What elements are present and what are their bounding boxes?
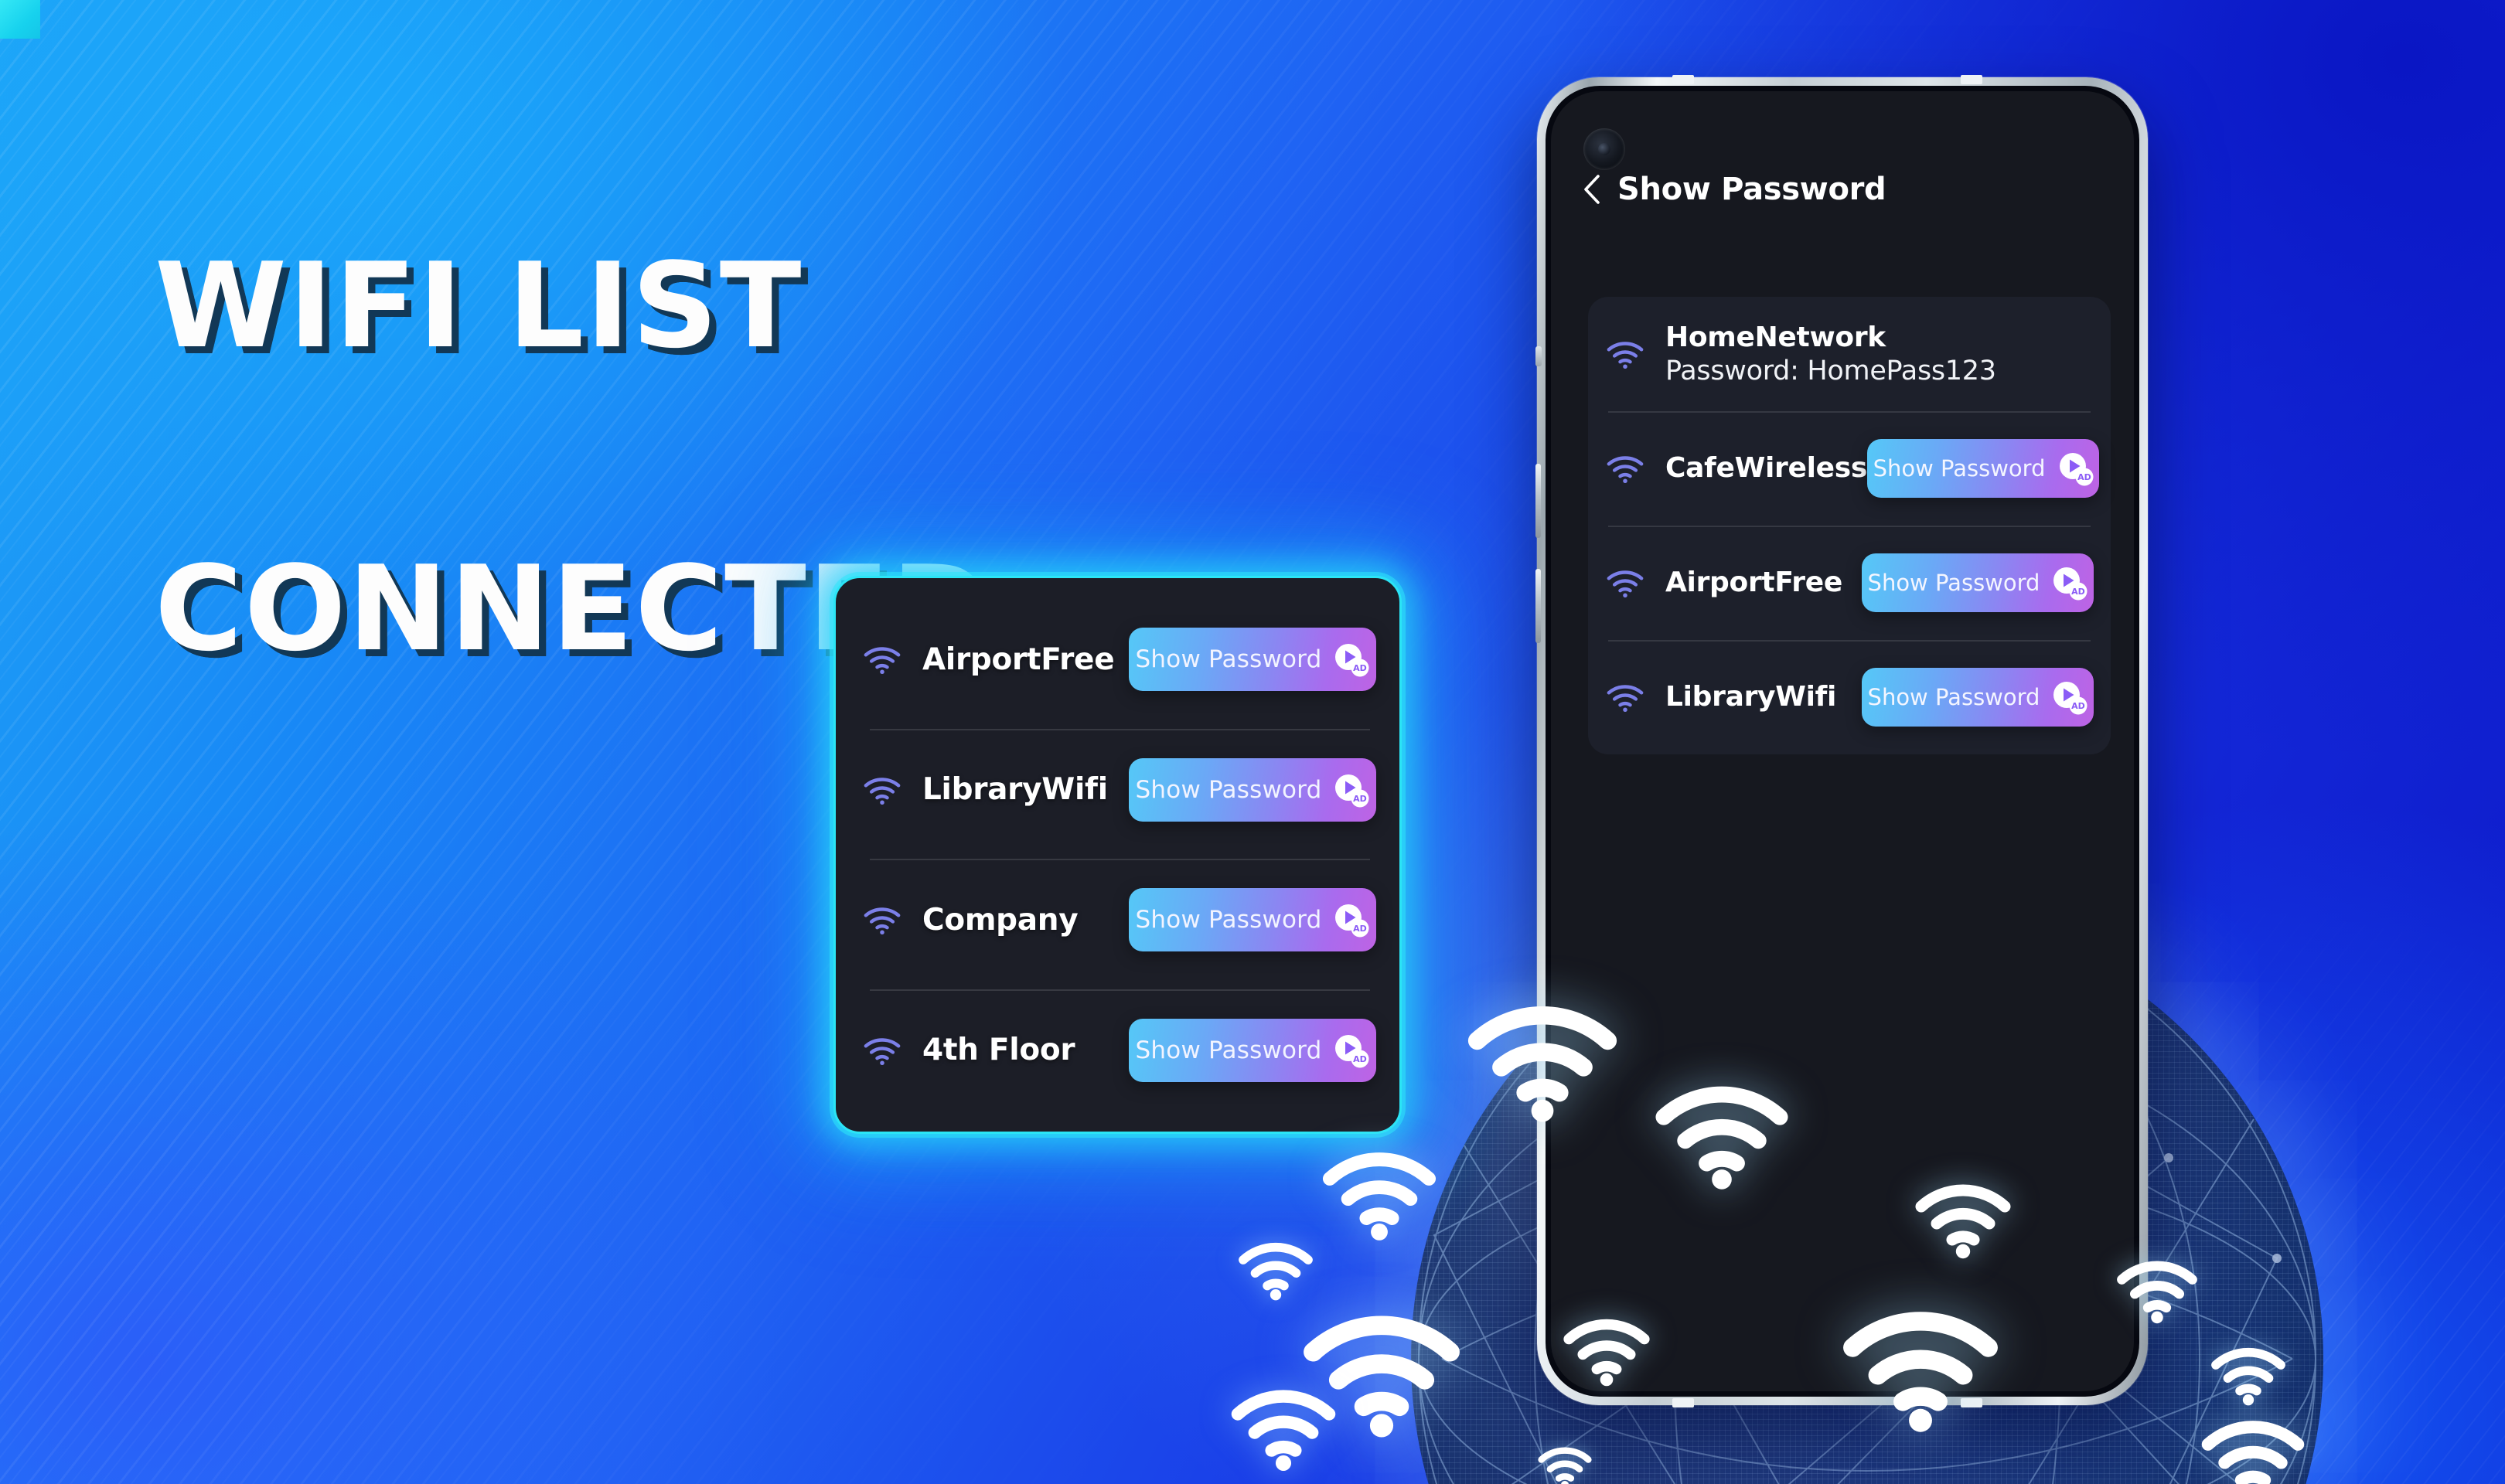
network-info: LibraryWifi (1665, 680, 1862, 714)
smartphone-mockup: Show Password HomeNetwork Password: Home… (1535, 75, 2148, 1407)
ad-play-icon: AD (2050, 679, 2088, 716)
show-password-button[interactable]: Show Password AD (1129, 1018, 1376, 1082)
phone-volume-down-button[interactable] (1535, 569, 1541, 643)
wifi-icon (862, 904, 902, 935)
ad-play-icon: AD (1332, 901, 1369, 938)
wifi-network-list: HomeNetwork Password: HomePass123 CafeWi… (1588, 297, 2111, 754)
list-item[interactable]: 4th Floor Show Password AD (862, 989, 1376, 1111)
phone-volume-up-button[interactable] (1535, 464, 1541, 538)
svg-text:AD: AD (2072, 701, 2086, 711)
headline-line-1: WIFI LIST (155, 237, 803, 374)
table-row[interactable]: CafeWireless Show Password AD (1605, 411, 2100, 526)
ad-play-icon: AD (2050, 564, 2088, 601)
network-info: CafeWireless (1665, 451, 1867, 485)
show-password-button[interactable]: Show Password AD (1862, 668, 2094, 727)
app-title: Show Password (1617, 172, 1886, 207)
ad-play-icon: AD (1332, 771, 1369, 808)
wifi-icon (862, 1035, 902, 1066)
antenna-band-notch (1672, 75, 1694, 84)
show-password-button[interactable]: Show Password AD (1862, 553, 2094, 612)
show-password-label: Show Password (1135, 906, 1322, 934)
show-password-button[interactable]: Show Password AD (1867, 439, 2100, 498)
phone-mute-switch[interactable] (1535, 346, 1542, 366)
phone-bezel: Show Password HomeNetwork Password: Home… (1546, 86, 2139, 1397)
svg-text:AD: AD (2072, 587, 2086, 597)
wifi-ssid: LibraryWifi (922, 772, 1108, 808)
ad-play-icon: AD (1332, 1032, 1369, 1069)
ad-play-icon: AD (1332, 641, 1369, 678)
show-password-label: Show Password (1867, 570, 2040, 596)
svg-text:AD: AD (1354, 663, 1368, 673)
network-info: AirportFree (1665, 566, 1862, 600)
show-password-button[interactable]: Show Password AD (1129, 888, 1376, 952)
list-item[interactable]: Company Show Password AD (862, 859, 1376, 981)
antenna-band-notch (1961, 75, 1982, 84)
show-password-label: Show Password (1135, 775, 1322, 804)
show-password-label: Show Password (1135, 645, 1322, 673)
list-item[interactable]: AirportFree Show Password AD (862, 598, 1376, 720)
table-row[interactable]: AirportFree Show Password AD (1605, 526, 2094, 640)
wifi-icon (1605, 567, 1645, 598)
show-password-label: Show Password (1873, 455, 2046, 482)
wifi-icon (862, 644, 902, 675)
wifi-password: Password: HomePass123 (1665, 355, 1996, 386)
wifi-icon (1605, 453, 1645, 484)
wifi-ssid: LibraryWifi (1665, 681, 1837, 713)
wifi-ssid: HomeNetwork (1665, 321, 1886, 353)
table-row[interactable]: LibraryWifi Show Password AD (1605, 640, 2094, 754)
wifi-ssid: AirportFree (922, 642, 1115, 677)
show-password-button[interactable]: Show Password AD (1129, 628, 1376, 691)
corner-accent-chip (0, 0, 40, 39)
front-camera-icon (1583, 128, 1625, 170)
list-item[interactable]: LibraryWifi Show Password AD (862, 728, 1376, 851)
wifi-list-card: AirportFree Show Password AD LibraryWifi… (833, 576, 1402, 1134)
wifi-icon (862, 774, 902, 805)
app-header: Show Password (1551, 172, 2134, 207)
ad-play-icon: AD (2057, 450, 2094, 487)
svg-text:AD: AD (1354, 1054, 1368, 1064)
wifi-icon (1605, 339, 1645, 369)
wifi-ssid: CafeWireless (1665, 452, 1868, 485)
show-password-button[interactable]: Show Password AD (1129, 757, 1376, 822)
chevron-left-icon[interactable] (1579, 172, 1605, 206)
show-password-label: Show Password (1867, 684, 2040, 710)
antenna-band-notch (1672, 1398, 1694, 1407)
wifi-ssid: AirportFree (1665, 567, 1842, 599)
antenna-band-notch (1961, 1398, 1982, 1407)
poster-canvas: WIFI LIST CONNECTED AirportFree Show Pas… (0, 0, 2505, 1484)
show-password-label: Show Password (1135, 1036, 1322, 1064)
phone-screen: Show Password HomeNetwork Password: Home… (1551, 91, 2134, 1391)
wifi-ssid: 4th Floor (922, 1033, 1075, 1068)
wifi-icon (1605, 682, 1645, 713)
svg-text:AD: AD (1354, 794, 1368, 804)
network-info: HomeNetwork Password: HomePass123 (1665, 321, 2094, 388)
wifi-ssid: Company (922, 902, 1079, 938)
svg-text:AD: AD (1354, 924, 1368, 934)
table-row[interactable]: HomeNetwork Password: HomePass123 (1605, 297, 2094, 411)
svg-text:AD: AD (2077, 472, 2091, 482)
